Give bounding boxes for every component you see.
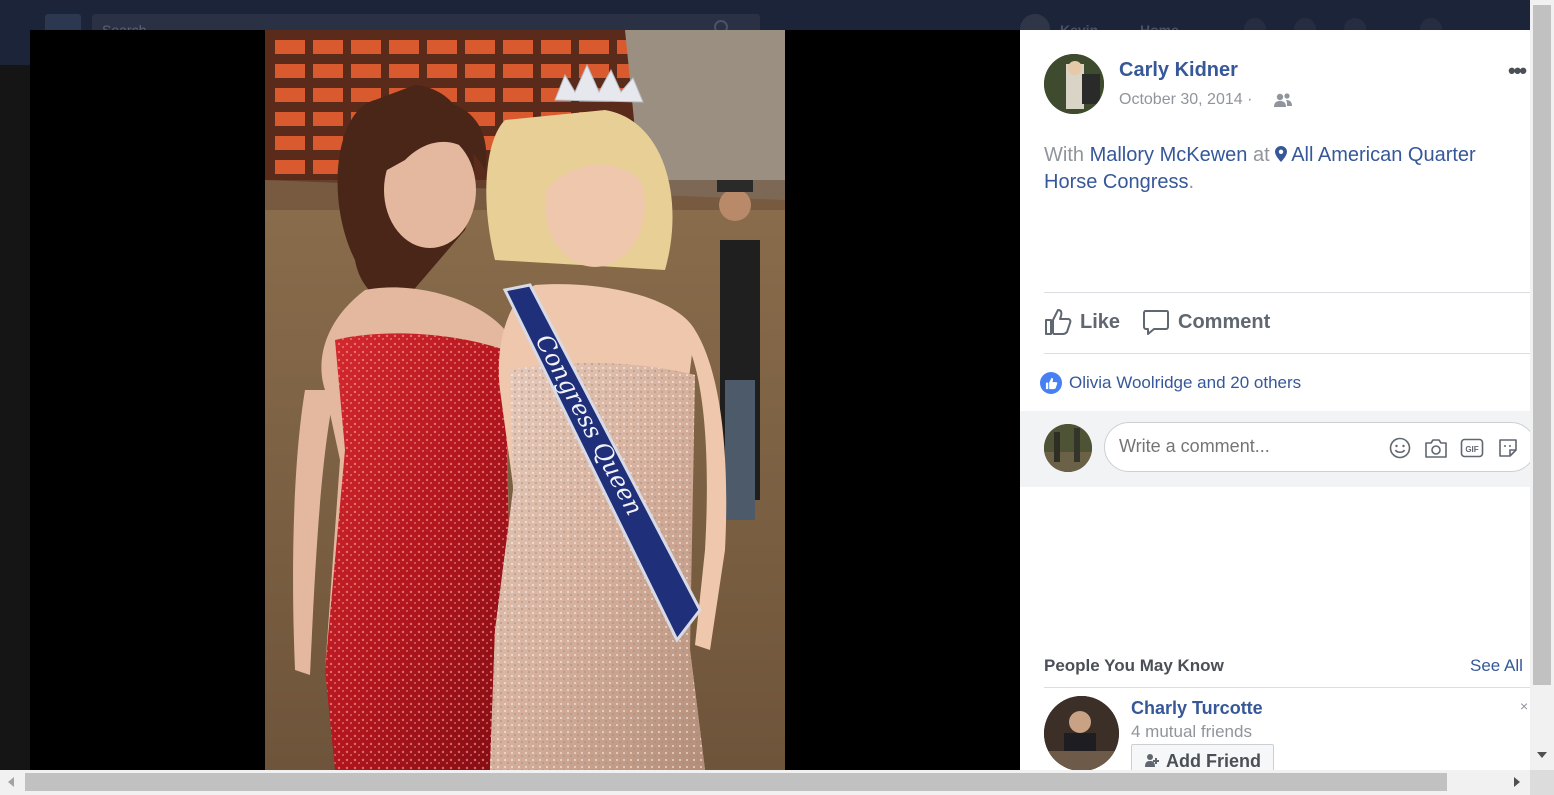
with-text: With (1044, 144, 1084, 166)
see-all-link[interactable]: See All (1470, 656, 1523, 676)
thumbs-up-icon (1045, 309, 1072, 335)
reactions-summary[interactable]: Olivia Woolridge and 20 others (1040, 372, 1301, 394)
date-separator: · (1247, 91, 1253, 108)
divider (1044, 687, 1530, 688)
scroll-down-arrow-icon[interactable] (1537, 752, 1547, 758)
photo-viewer[interactable]: Congress Queen (30, 30, 1020, 770)
more-options-button[interactable]: ••• (1508, 58, 1527, 84)
current-user-avatar[interactable] (1044, 424, 1092, 472)
tagged-person-link[interactable]: Mallory McKewen (1090, 144, 1248, 166)
divider (1044, 353, 1530, 354)
comment-bubble-icon (1143, 310, 1169, 335)
comment-button[interactable]: Comment (1142, 308, 1270, 336)
camera-icon[interactable] (1423, 436, 1449, 460)
horizontal-scrollbar[interactable] (0, 770, 1530, 795)
like-button[interactable]: Like (1044, 308, 1120, 336)
post-text: With Mallory McKewen at All American Qua… (1044, 142, 1514, 196)
post-end-punct: . (1188, 171, 1195, 193)
svg-text:GIF: GIF (1465, 445, 1478, 454)
reactions-text[interactable]: Olivia Woolridge and 20 others (1069, 373, 1301, 393)
add-friend-label: Add Friend (1166, 750, 1261, 771)
suggested-person-name[interactable]: Charly Turcotte (1131, 698, 1263, 719)
overlay-backdrop[interactable] (0, 65, 30, 770)
dismiss-suggestion-icon[interactable]: × (1520, 698, 1528, 714)
sticker-icon[interactable] (1495, 436, 1521, 460)
post-date-text[interactable]: October 30, 2014 (1119, 91, 1243, 108)
friends-audience-icon[interactable] (1273, 92, 1293, 108)
post-detail-panel: Carly Kidner October 30, 2014 · ••• With… (1020, 30, 1530, 770)
author-name-link[interactable]: Carly Kidner (1119, 59, 1238, 82)
post-photo: Congress Queen (265, 30, 785, 770)
mutual-friends-text[interactable]: 4 mutual friends (1131, 722, 1252, 742)
comment-label: Comment (1178, 310, 1271, 333)
post-date[interactable]: October 30, 2014 · (1119, 91, 1252, 109)
gif-icon[interactable]: GIF (1459, 436, 1485, 460)
vertical-scrollbar[interactable] (1530, 0, 1554, 770)
add-friend-button[interactable]: Add Friend (1131, 744, 1274, 770)
comment-box[interactable]: GIF (1104, 422, 1530, 472)
scroll-right-arrow-icon[interactable] (1514, 777, 1520, 787)
emoji-icon[interactable] (1387, 436, 1413, 460)
at-text: at (1252, 144, 1270, 166)
horizontal-scroll-thumb[interactable] (25, 773, 1447, 791)
author-avatar[interactable] (1044, 54, 1104, 114)
comment-composer: GIF (1020, 411, 1530, 487)
add-friend-icon (1145, 754, 1159, 767)
scroll-left-arrow-icon[interactable] (8, 777, 14, 787)
like-reaction-icon (1040, 372, 1062, 394)
scrollbar-corner (1530, 770, 1554, 795)
vertical-scroll-thumb[interactable] (1533, 5, 1551, 685)
comment-input[interactable] (1119, 436, 1379, 457)
like-label: Like (1080, 310, 1121, 333)
divider (1044, 292, 1530, 293)
suggested-person-avatar[interactable] (1044, 696, 1119, 770)
location-pin-icon (1275, 146, 1288, 162)
pymk-title: People You May Know (1044, 656, 1224, 675)
